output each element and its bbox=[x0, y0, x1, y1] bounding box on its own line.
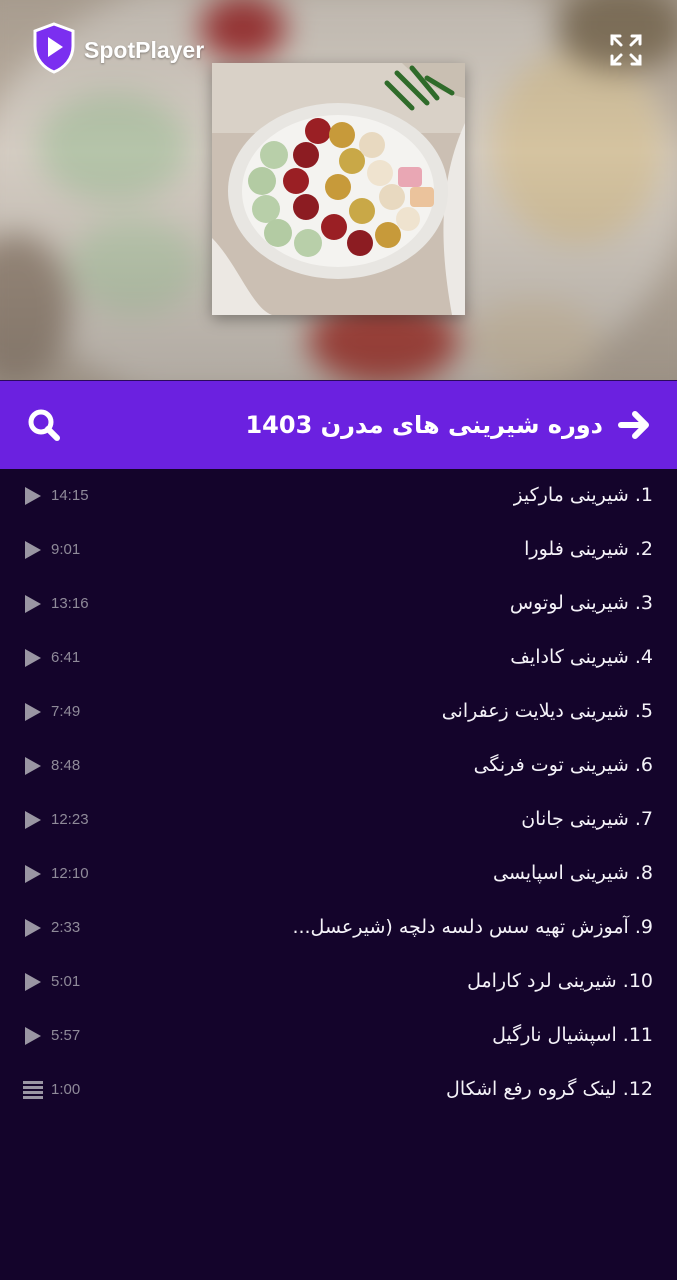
item-title: 6. شیرینی توت فرنگی bbox=[473, 754, 653, 776]
item-title: 1. شیرینی مارکیز bbox=[513, 484, 653, 506]
playlist-item[interactable]: 14:15 1. شیرینی مارکیز bbox=[0, 469, 677, 523]
item-duration: 12:10 bbox=[51, 865, 89, 882]
item-duration: 9:01 bbox=[51, 541, 81, 558]
play-icon[interactable] bbox=[22, 971, 44, 993]
playlist-item[interactable]: 12:23 7. شیرینی جانان bbox=[0, 793, 677, 847]
back-button[interactable] bbox=[614, 405, 654, 445]
item-duration: 1:00 bbox=[51, 1081, 81, 1098]
course-cover-image bbox=[212, 63, 465, 315]
item-title: 5. شیرینی دیلایت زعفرانی bbox=[441, 700, 653, 722]
item-title: 10. شیرینی لرد کارامل bbox=[467, 970, 653, 992]
item-title: 8. شیرینی اسپایسی bbox=[492, 862, 653, 884]
play-icon[interactable] bbox=[22, 809, 44, 831]
course-title: دوره شیرینی های مدرن 1403 bbox=[245, 411, 603, 439]
item-title: 4. شیرینی کادایف bbox=[510, 646, 653, 668]
item-duration: 6:41 bbox=[51, 649, 81, 666]
playlist-item[interactable]: 5:57 11. اسپشیال نارگیل bbox=[0, 1009, 677, 1063]
playlist-item[interactable]: 8:48 6. شیرینی توت فرنگی bbox=[0, 739, 677, 793]
item-duration: 12:23 bbox=[51, 811, 89, 828]
expand-icon bbox=[610, 34, 642, 66]
play-icon[interactable] bbox=[22, 701, 44, 723]
item-duration: 2:33 bbox=[51, 919, 81, 936]
search-button[interactable] bbox=[24, 405, 64, 445]
play-icon[interactable] bbox=[22, 1025, 44, 1047]
expand-button[interactable] bbox=[608, 32, 644, 68]
item-title: 7. شیرینی جانان bbox=[521, 808, 653, 830]
playlist-item[interactable]: 12:10 8. شیرینی اسپایسی bbox=[0, 847, 677, 901]
play-icon[interactable] bbox=[22, 539, 44, 561]
play-icon[interactable] bbox=[22, 755, 44, 777]
play-icon[interactable] bbox=[22, 647, 44, 669]
item-duration: 5:01 bbox=[51, 973, 81, 990]
text-lines-icon[interactable] bbox=[22, 1079, 44, 1101]
item-duration: 14:15 bbox=[51, 487, 89, 504]
playlist-item[interactable]: 13:16 3. شیرینی لوتوس bbox=[0, 577, 677, 631]
search-icon bbox=[28, 409, 60, 441]
playlist-item[interactable]: 7:49 5. شیرینی دیلایت زعفرانی bbox=[0, 685, 677, 739]
item-duration: 8:48 bbox=[51, 757, 81, 774]
app-name: SpotPlayer bbox=[84, 36, 205, 63]
item-title: 12. لینک گروه رفع اشکال bbox=[446, 1078, 653, 1100]
playlist-item[interactable]: 5:01 10. شیرینی لرد کارامل bbox=[0, 955, 677, 1009]
playlist-item[interactable]: 1:00 12. لینک گروه رفع اشکال bbox=[0, 1063, 677, 1117]
playlist: 14:15 1. شیرینی مارکیز 9:01 2. شیرینی فلورا… bbox=[0, 469, 677, 1117]
arrow-right-icon bbox=[618, 411, 649, 439]
item-title: 11. اسپشیال نارگیل bbox=[492, 1024, 653, 1046]
item-title: 9. آموزش تهیه سس دلسه دلچه (شیرعسل... bbox=[292, 916, 653, 938]
play-icon[interactable] bbox=[22, 593, 44, 615]
item-duration: 7:49 bbox=[51, 703, 81, 720]
item-title: 2. شیرینی فلورا bbox=[524, 538, 653, 560]
brand: SpotPlayer bbox=[32, 22, 204, 78]
play-icon[interactable] bbox=[22, 485, 44, 507]
item-title: 3. شیرینی لوتوس bbox=[509, 592, 653, 614]
play-icon[interactable] bbox=[22, 863, 44, 885]
playlist-item[interactable]: 6:41 4. شیرینی کادایف bbox=[0, 631, 677, 685]
shield-play-icon bbox=[32, 22, 76, 78]
item-duration: 13:16 bbox=[51, 595, 89, 612]
play-icon[interactable] bbox=[22, 917, 44, 939]
item-duration: 5:57 bbox=[51, 1027, 81, 1044]
course-title-bar: دوره شیرینی های مدرن 1403 bbox=[0, 380, 677, 469]
playlist-item[interactable]: 2:33 9. آموزش تهیه سس دلسه دلچه (شیرعسل..… bbox=[0, 901, 677, 955]
hero-artwork: SpotPlayer bbox=[0, 0, 677, 380]
playlist-item[interactable]: 9:01 2. شیرینی فلورا bbox=[0, 523, 677, 577]
